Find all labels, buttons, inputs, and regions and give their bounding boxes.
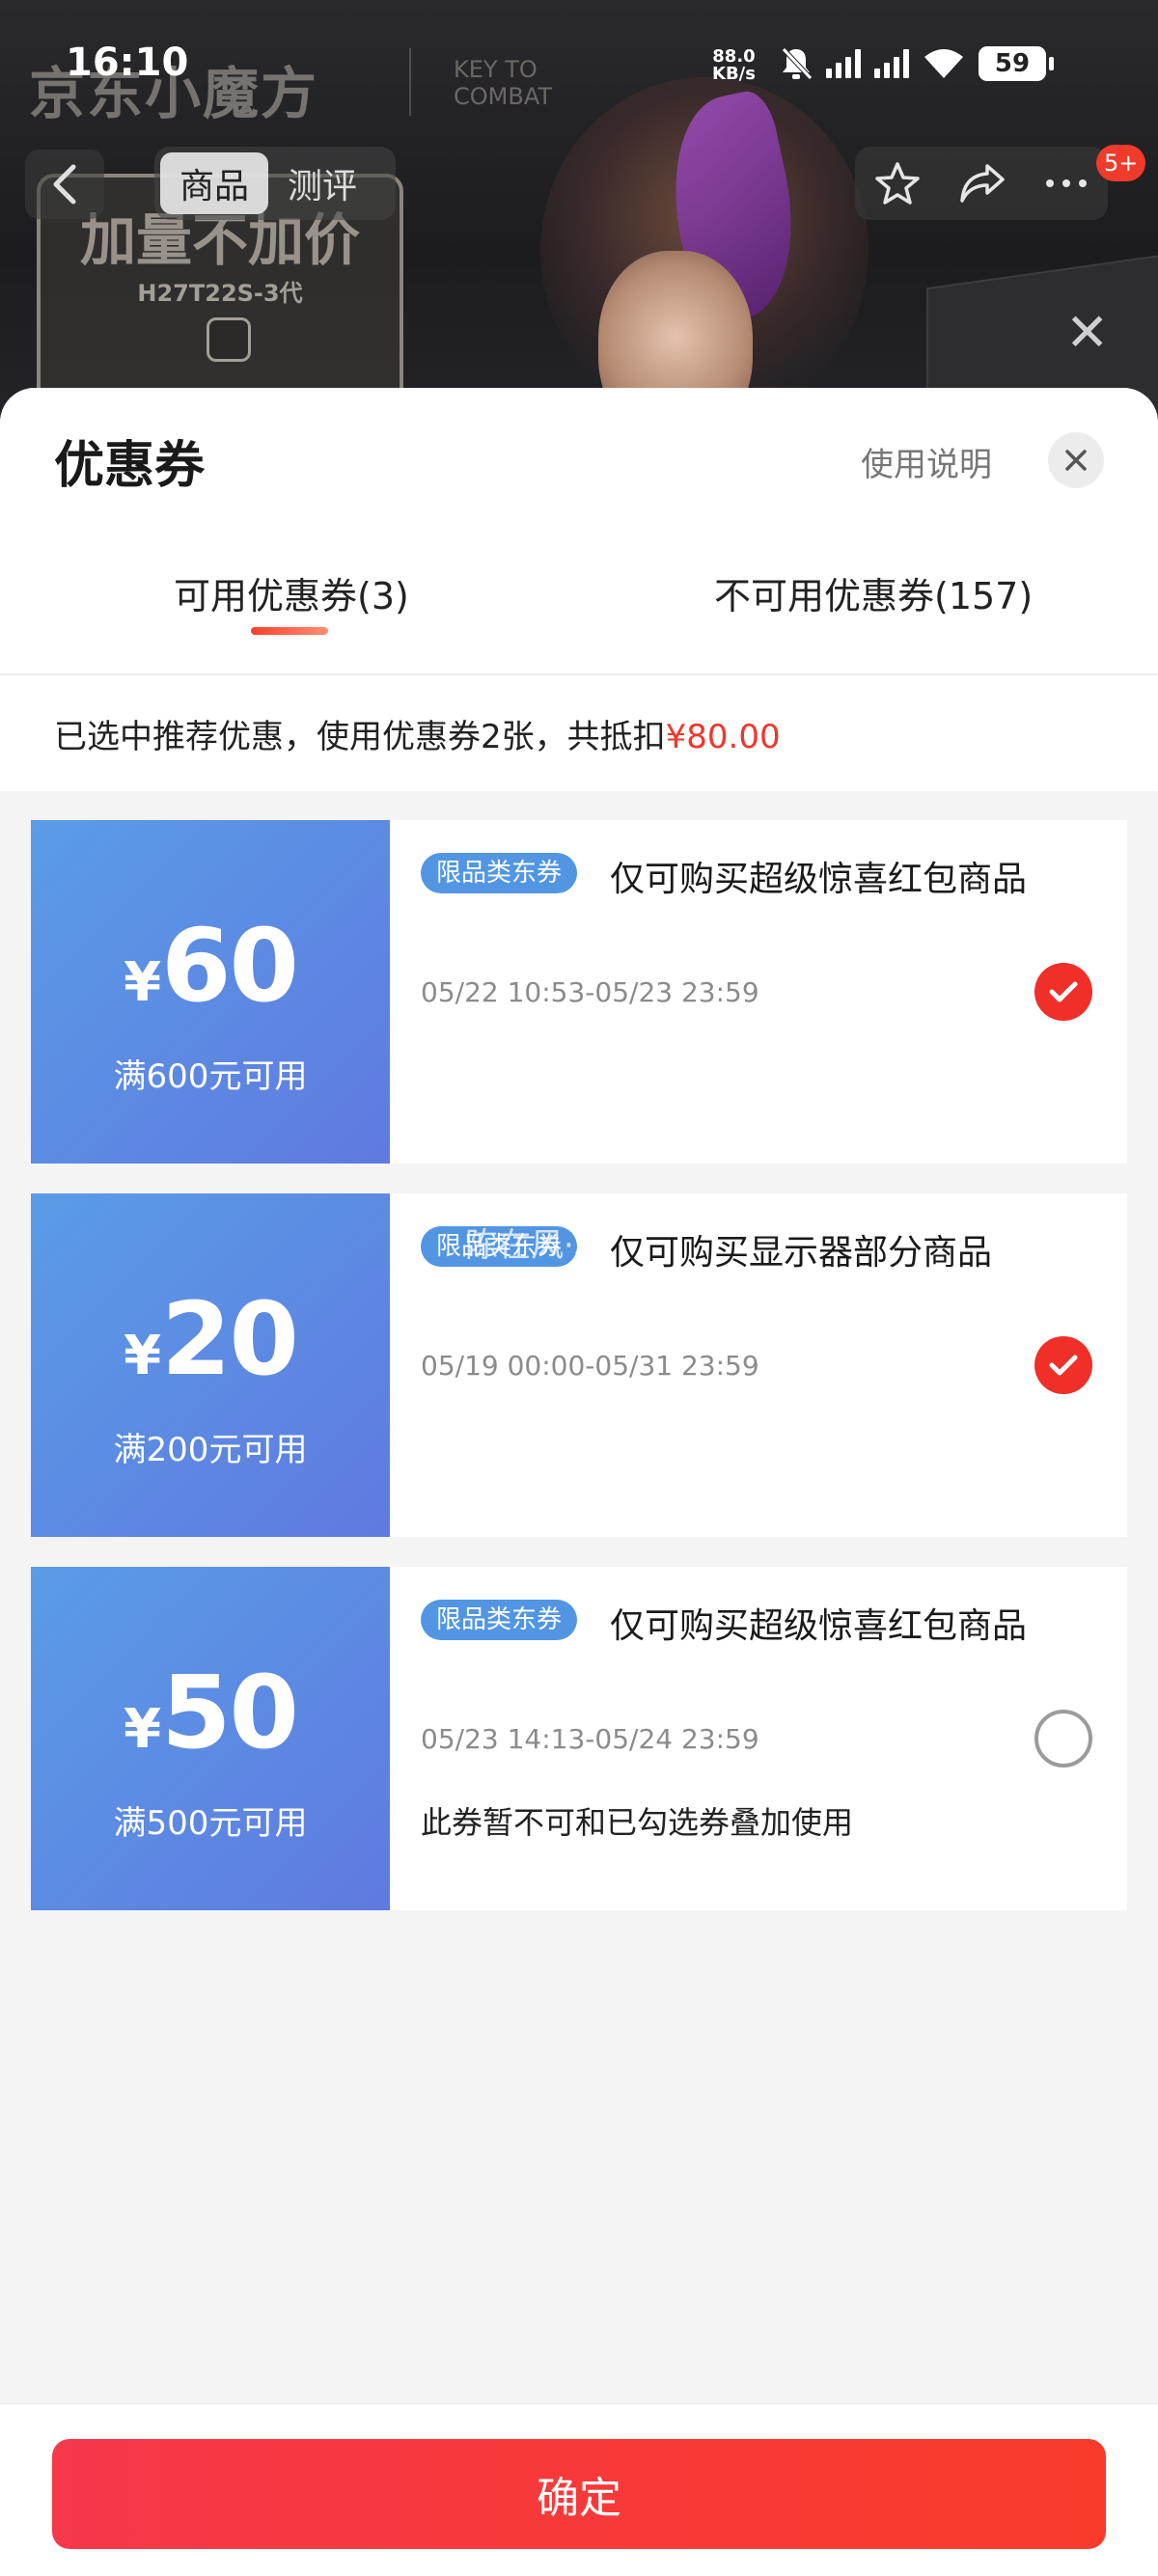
tab-unavailable-coupons[interactable]: 不可用优惠券(157) <box>714 566 1033 619</box>
coupon-threshold: 满500元可用 <box>113 1804 308 1843</box>
network-speed: 88.0 KB/s <box>712 46 756 84</box>
close-icon[interactable]: ✕ <box>1065 307 1109 359</box>
message-count-badge: 5+ <box>1096 145 1146 181</box>
star-icon[interactable] <box>874 160 921 206</box>
coupon-value-panel: ¥20 满200元可用 <box>25 1193 390 1537</box>
summary-amount: ¥80.00 <box>665 718 781 756</box>
coupon-checkbox-unchecked[interactable] <box>1034 1710 1092 1768</box>
status-bar: 16:10 88.0 KB/s 59 <box>0 0 1158 135</box>
discount-summary: 已选中推荐优惠，使用优惠券2张，共抵扣¥80.00 <box>54 710 781 757</box>
status-icons: 59 <box>780 46 1054 81</box>
coupon-value-panel: ¥50 满500元可用 <box>25 1567 390 1910</box>
coupon-validity: 05/23 14:13-05/24 23:59 <box>421 1723 759 1755</box>
coupon-card[interactable]: ¥50 满500元可用 限品类东券 仅可购买超级惊喜红包商品 05/23 14:… <box>25 1567 1127 1910</box>
sheet-footer: 确定 <box>0 2402 1158 2576</box>
coupon-type-tag: 限品类东券 <box>421 853 578 893</box>
cube-logo-icon <box>207 317 251 362</box>
tab-available-coupons[interactable]: 可用优惠券(3) <box>174 566 409 619</box>
product-tabs: 商品 测评 <box>154 147 396 220</box>
tab-product[interactable]: 商品 <box>160 152 268 214</box>
coupon-description: 仅可购买超级惊喜红包商品 <box>610 1606 1028 1646</box>
status-time: 16:10 <box>66 41 189 85</box>
product-actions <box>855 147 1108 220</box>
wifi-icon <box>924 49 963 78</box>
coupon-value: 50 <box>161 1654 299 1771</box>
currency-symbol: ¥ <box>124 1698 162 1761</box>
coupon-tabs: 可用优惠券(3) 不可用优惠券(157) <box>0 566 1158 672</box>
checkmark-icon <box>1049 981 1078 1002</box>
coupon-amount: ¥20 <box>31 1280 390 1398</box>
share-icon[interactable] <box>958 162 1006 205</box>
currency-symbol: ¥ <box>124 1325 162 1387</box>
sheet-title: 优惠券 <box>54 437 206 495</box>
coupon-checkbox-checked[interactable] <box>1034 1336 1092 1394</box>
more-icon[interactable] <box>1044 178 1089 189</box>
coupon-value: 60 <box>161 907 299 1025</box>
usage-instructions-link[interactable]: 使用说明 <box>861 438 992 485</box>
coupon-amount: ¥50 <box>31 1654 390 1771</box>
cell-signal-2-icon <box>874 49 909 78</box>
coupon-description: 仅可购买显示器部分商品 <box>610 1233 993 1273</box>
coupon-description: 仅可购买超级惊喜红包商品 <box>610 860 1028 899</box>
coupon-threshold: 满600元可用 <box>113 1057 308 1096</box>
coupon-threshold: 满200元可用 <box>113 1431 308 1469</box>
active-tab-indicator <box>251 627 328 635</box>
chevron-left-icon <box>53 164 76 205</box>
coupon-validity: 05/22 10:53-05/23 23:59 <box>421 976 759 1008</box>
coupon-stacking-note: 此券暂不可和已勾选券叠加使用 <box>421 1804 854 1841</box>
overlay-watermark-text: 陈在风·冰 <box>465 1226 607 1265</box>
summary-text: 已选中推荐优惠，使用优惠券2张，共抵扣 <box>54 718 666 756</box>
sheet-close-button[interactable] <box>1048 432 1104 488</box>
close-icon <box>1065 450 1087 471</box>
mute-bell-icon <box>782 47 813 80</box>
promo-badge-model: H27T22S-3代 <box>137 280 303 307</box>
sheet-header: 优惠券 使用说明 可用优惠券(3) 不可用优惠券(157) 已选中推荐优惠，使用… <box>0 388 1158 791</box>
battery-icon: 59 <box>979 46 1054 81</box>
coupon-card[interactable]: ¥60 满600元可用 限品类东券 仅可购买超级惊喜红包商品 05/22 10:… <box>25 820 1127 1164</box>
cell-signal-icon <box>826 49 861 78</box>
back-button[interactable] <box>25 150 104 219</box>
coupon-type-tag: 限品类东券 <box>421 1600 578 1640</box>
coupon-card[interactable]: ¥20 满200元可用 限品类东券 陈在风·冰 仅可购买显示器部分商品 05/1… <box>25 1193 1127 1537</box>
coupon-sheet: 优惠券 使用说明 可用优惠券(3) 不可用优惠券(157) 已选中推荐优惠，使用… <box>0 388 1158 2576</box>
coupon-value: 20 <box>161 1280 299 1398</box>
coupon-validity: 05/19 00:00-05/31 23:59 <box>421 1350 759 1382</box>
confirm-button[interactable]: 确定 <box>52 2439 1106 2549</box>
coupon-checkbox-checked[interactable] <box>1034 963 1092 1021</box>
currency-symbol: ¥ <box>124 951 162 1014</box>
coupon-value-panel: ¥60 满600元可用 <box>25 820 390 1164</box>
coupon-amount: ¥60 <box>31 907 390 1025</box>
checkmark-icon <box>1049 1355 1078 1376</box>
tab-review[interactable]: 测评 <box>268 152 376 214</box>
divider <box>0 673 1158 675</box>
